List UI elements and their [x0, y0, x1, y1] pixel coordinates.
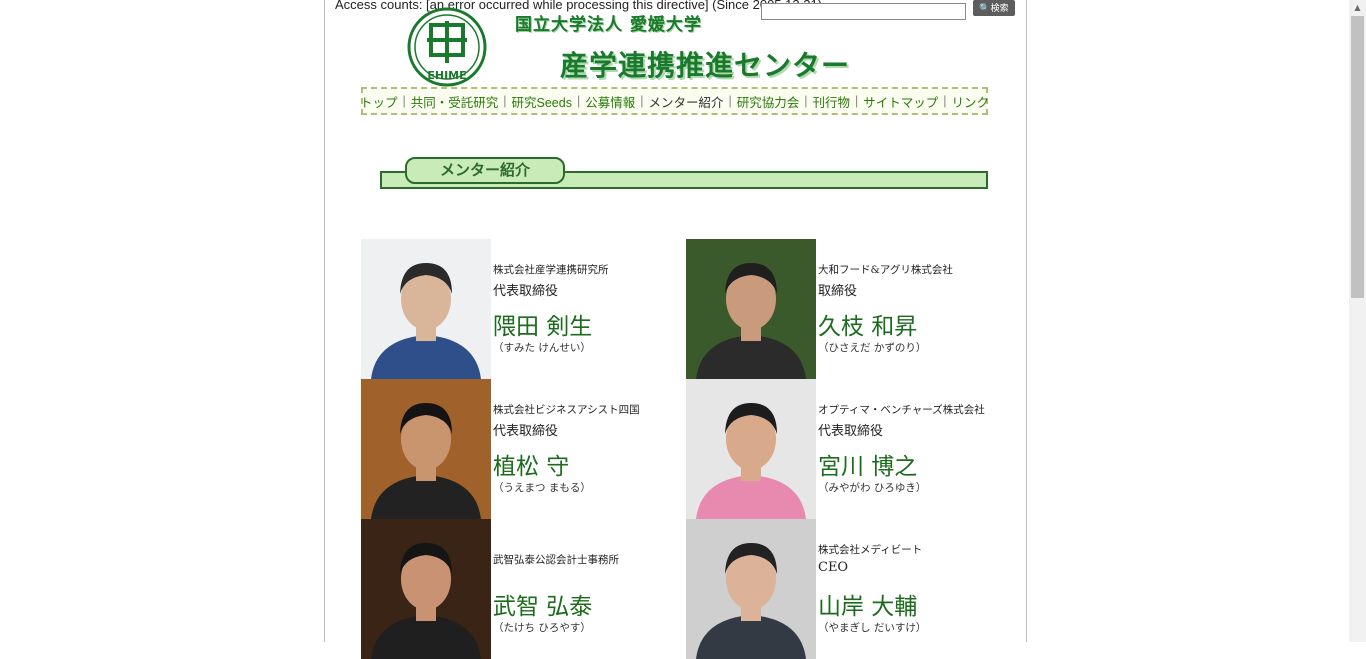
nav-item-5[interactable]: 研究協力会	[737, 92, 800, 111]
mentor-card: 武智弘泰公認会計士事務所武智 弘泰 （たけち ひろやす）	[361, 519, 661, 659]
scroll-up-icon[interactable]: ▲	[1349, 0, 1366, 16]
mentor-company: 株式会社ビジネスアシスト四国	[493, 404, 640, 416]
mentor-company: 株式会社産学連携研究所	[493, 264, 609, 276]
nav-item-3[interactable]: 公募情報	[585, 92, 635, 111]
mentor-kana: （すみた けんせい）	[493, 342, 591, 354]
mentor-role: 代表取締役	[493, 284, 559, 299]
nav-separator: |	[503, 94, 507, 108]
nav-item-1[interactable]: 共同・受託研究	[411, 92, 499, 111]
page-container: Access counts: [an error occurred while …	[324, 0, 1027, 659]
scrollbar-thumb[interactable]	[1351, 16, 1364, 298]
nav-item-4[interactable]: メンター紹介	[648, 92, 723, 111]
nav-item-0[interactable]: トップ	[360, 92, 398, 111]
ehime-university-logo[interactable]: EHIME	[407, 7, 487, 87]
mentor-company: 株式会社メディビート	[818, 544, 923, 556]
mentor-photo	[686, 239, 816, 379]
search-button-label: 検索	[990, 3, 1009, 13]
mentor-name: 久枝 和昇	[818, 314, 918, 340]
nav-separator: |	[402, 94, 406, 108]
mentor-photo	[361, 379, 491, 519]
nav-separator: |	[576, 94, 581, 108]
mentor-kana: （みやがわ ひろゆき）	[818, 482, 927, 494]
mentor-name: 植松 守	[493, 454, 570, 480]
mentor-photo	[686, 379, 816, 519]
university-name: 国立大学法人 愛媛大学	[515, 15, 702, 35]
mentor-role: 取締役	[818, 284, 858, 299]
mentor-company: 武智弘泰公認会計士事務所	[493, 554, 619, 566]
mentor-card: 大和フード&アグリ株式会社 取締役久枝 和昇 （ひさえだ かずのり）	[686, 239, 986, 379]
mentor-card: オプティマ・ベンチャーズ株式会社 代表取締役宮川 博之 （みやがわ ひろゆき）	[686, 379, 986, 519]
mentor-kana: （ひさえだ かずのり）	[818, 342, 927, 354]
nav-item-6[interactable]: 刊行物	[813, 92, 851, 111]
nav-item-8[interactable]: リンク	[952, 92, 990, 111]
mentor-name: 武智 弘泰	[493, 594, 593, 620]
nav-separator: |	[804, 94, 808, 108]
nav-separator: |	[640, 94, 644, 108]
mentor-kana: （たけち ひろやす）	[493, 622, 591, 634]
mentor-name: 宮川 博之	[818, 454, 918, 480]
nav-separator: |	[943, 94, 947, 108]
nav-separator: |	[855, 94, 859, 108]
section-heading: メンター紹介	[405, 157, 565, 184]
mentor-role: 代表取締役	[818, 424, 884, 439]
mentor-company: オプティマ・ベンチャーズ株式会社	[818, 404, 985, 416]
mentor-role: 代表取締役	[493, 424, 559, 439]
mentor-company: 大和フード&アグリ株式会社	[818, 264, 953, 276]
mentor-kana: （うえまつ まもる）	[493, 482, 591, 494]
mentor-photo	[686, 519, 816, 659]
mentor-name: 隈田 剣生	[493, 314, 593, 340]
search-input[interactable]	[761, 3, 966, 20]
nav-item-7[interactable]: サイトマップ	[863, 92, 938, 111]
mentor-name: 山岸 大輔	[818, 594, 918, 620]
nav-item-2[interactable]: 研究Seeds	[512, 92, 572, 111]
nav-separator: |	[728, 94, 732, 108]
mentor-kana: （やまぎし だいすけ）	[818, 622, 927, 634]
global-nav: トップ | 共同・受託研究 | 研究Seeds | 公募情報 | メンター紹介 | 研究協力会 | 刊行…	[360, 87, 990, 115]
search-button[interactable]: 🔍検索	[973, 0, 1015, 16]
mentor-photo	[361, 519, 491, 659]
magnifier-icon: 🔍	[979, 3, 991, 13]
mentor-photo	[361, 239, 491, 379]
logo-text: EHIME	[427, 69, 466, 82]
mentor-role: CEO	[818, 560, 849, 575]
mentor-card: 株式会社メディビート CEO 山岸 大輔 （やまぎし だいすけ）	[686, 519, 986, 659]
mentor-card: 株式会社ビジネスアシスト四国 代表取締役植松 守 （うえまつ まもる）	[361, 379, 661, 519]
center-name: 産学連携推進センター	[560, 49, 851, 82]
mentor-card: 株式会社産学連携研究所 代表取締役隈田 剣生 （すみた けんせい）	[361, 239, 661, 379]
